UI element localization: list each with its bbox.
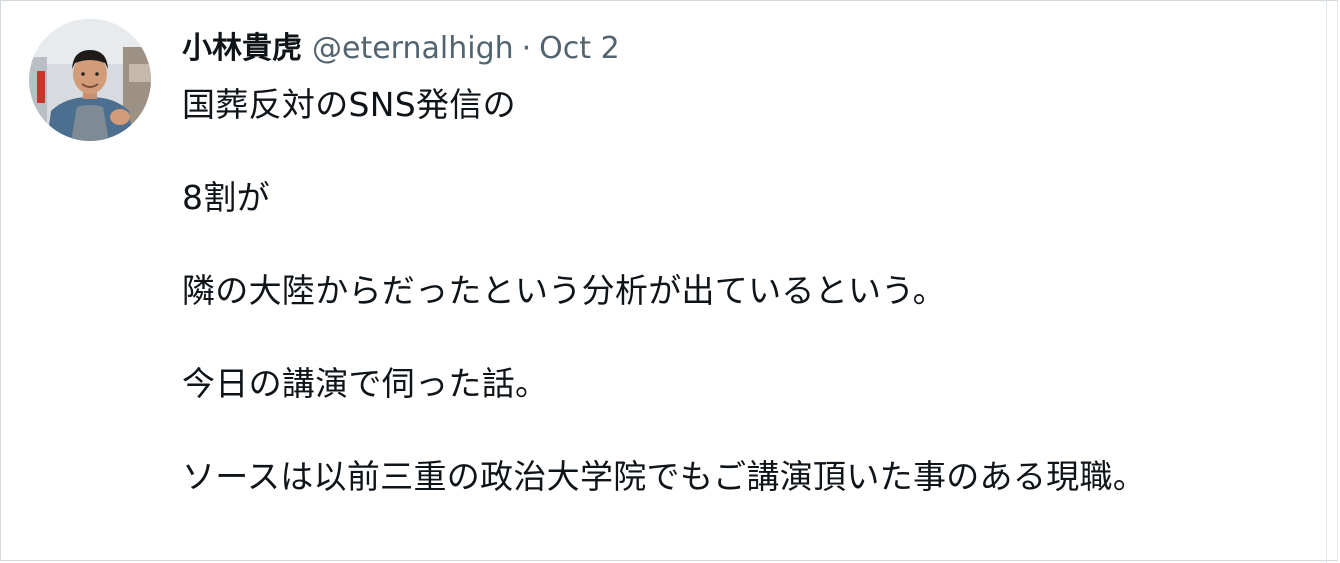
avatar-photo: [29, 19, 151, 141]
tweet-text-line: 国葬反対のSNS発信の: [182, 85, 516, 124]
header-separator: ·: [521, 31, 532, 66]
tweet-text-line: 今日の講演で伺った話。: [182, 364, 549, 403]
right-divider: [1326, 0, 1327, 563]
tweet-timestamp[interactable]: Oct 2: [539, 31, 620, 66]
tweet-card: 小林貴虎 @eternalhigh · Oct 2 国葬反対のSNS発信の 8割…: [0, 0, 1338, 561]
author-handle[interactable]: @eternalhigh: [312, 31, 514, 66]
author-avatar[interactable]: [29, 19, 151, 141]
tweet-text-line: 隣の大陸からだったという分析が出ているという。: [182, 271, 946, 310]
tweet-text: 国葬反対のSNS発信の 8割が 隣の大陸からだったという分析が出ているという。 …: [182, 83, 1312, 499]
tweet-header: 小林貴虎 @eternalhigh · Oct 2: [182, 23, 1312, 69]
author-display-name[interactable]: 小林貴虎: [182, 23, 302, 67]
tweet-body: 小林貴虎 @eternalhigh · Oct 2 国葬反対のSNS発信の 8割…: [182, 23, 1312, 499]
tweet-text-line: ソースは以前三重の政治大学院でもご講演頂いた事のある現職。: [182, 457, 1147, 496]
tweet-text-line: 8割が: [182, 178, 270, 217]
